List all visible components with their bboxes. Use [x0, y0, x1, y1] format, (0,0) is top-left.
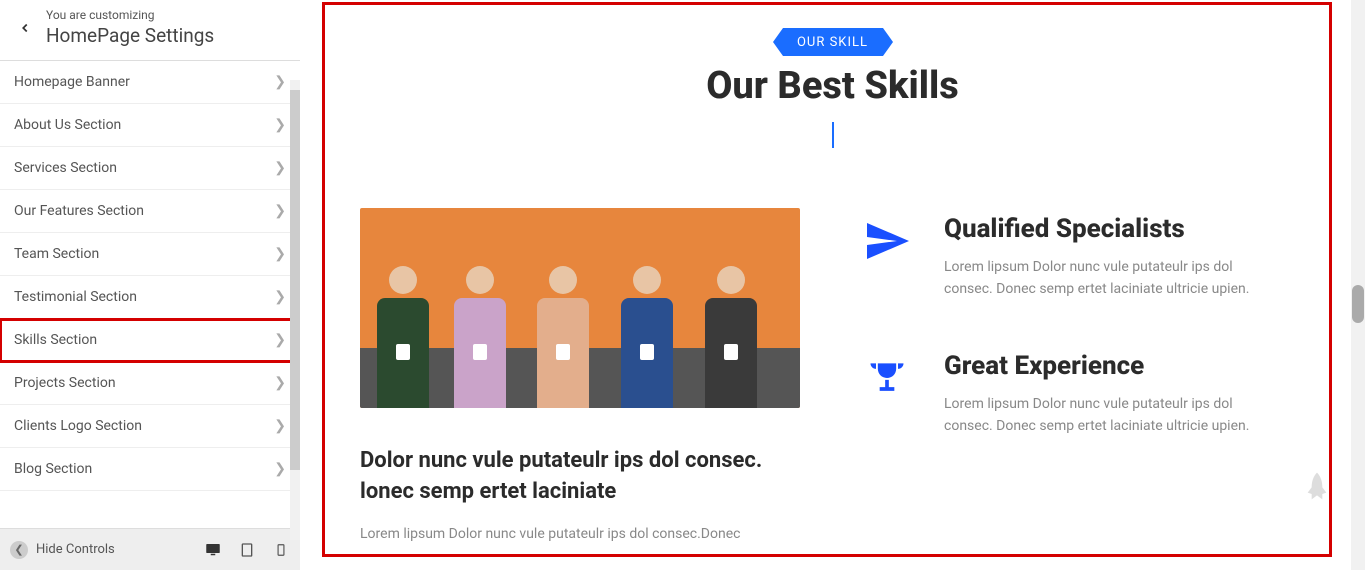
mobile-icon[interactable] — [272, 541, 290, 559]
chevron-right-icon: ❯ — [274, 74, 286, 90]
chevron-right-icon: ❯ — [274, 418, 286, 434]
menu-item-label: Our Features Section — [14, 203, 144, 219]
chevron-right-icon: ❯ — [274, 375, 286, 391]
device-preview-switcher — [204, 541, 290, 559]
skills-right-column: Qualified Specialists Lorem lipsum Dolor… — [860, 208, 1305, 545]
trophy-icon — [860, 351, 914, 405]
menu-item-about-us[interactable]: About Us Section ❯ — [0, 104, 300, 147]
menu-item-label: Testimonial Section — [14, 289, 137, 305]
sidebar-header: You are customizing HomePage Settings — [0, 0, 300, 61]
text-cursor — [832, 122, 834, 148]
customizer-sidebar: You are customizing HomePage Settings Ho… — [0, 0, 300, 570]
menu-item-blog[interactable]: Blog Section ❯ — [0, 448, 300, 491]
skill-item: Qualified Specialists Lorem lipsum Dolor… — [860, 214, 1305, 301]
back-button[interactable] — [10, 8, 40, 48]
menu-item-label: Clients Logo Section — [14, 418, 142, 434]
scroll-to-top-button[interactable] — [1301, 470, 1333, 510]
hide-controls-label: Hide Controls — [36, 542, 115, 557]
chevron-right-icon: ❯ — [274, 289, 286, 305]
menu-item-testimonial[interactable]: Testimonial Section ❯ — [0, 276, 300, 319]
preview-pane: OUR SKILL Our Best Skills Dolor nunc vul… — [300, 0, 1365, 570]
section-menu: Homepage Banner ❯ About Us Section ❯ Servi… — [0, 61, 300, 528]
left-column-title: Dolor nunc vule putateulr ips dol consec… — [360, 446, 800, 508]
skill-description: Lorem lipsum Dolor nunc vule putateulr i… — [944, 256, 1264, 301]
sidebar-footer: ❮ Hide Controls — [0, 528, 300, 570]
team-photo — [360, 208, 800, 408]
left-column-subtitle: Lorem lipsum Dolor nunc vule putateulr i… — [360, 524, 800, 545]
chevron-right-icon: ❯ — [274, 160, 286, 176]
menu-item-projects[interactable]: Projects Section ❯ — [0, 362, 300, 405]
menu-item-label: Skills Section — [14, 332, 97, 348]
sidebar-scrollbar[interactable] — [290, 80, 300, 540]
menu-item-label: Homepage Banner — [14, 74, 130, 90]
menu-item-services[interactable]: Services Section ❯ — [0, 147, 300, 190]
menu-item-label: About Us Section — [14, 117, 121, 133]
menu-item-homepage-banner[interactable]: Homepage Banner ❯ — [0, 61, 300, 104]
paper-plane-icon — [860, 214, 914, 268]
page-scrollbar[interactable] — [1351, 0, 1365, 570]
skills-left-column: Dolor nunc vule putateulr ips dol consec… — [360, 208, 800, 545]
chevron-left-icon: ❮ — [10, 541, 28, 559]
hide-controls-button[interactable]: ❮ Hide Controls — [10, 541, 115, 559]
chevron-right-icon: ❯ — [274, 332, 286, 348]
sidebar-pretitle: You are customizing — [46, 8, 290, 22]
ribbon-label: OUR SKILL — [783, 28, 883, 56]
skill-description: Lorem lipsum Dolor nunc vule putateulr i… — [944, 393, 1264, 438]
chevron-right-icon: ❯ — [274, 117, 286, 133]
chevron-right-icon: ❯ — [274, 203, 286, 219]
section-title: Our Best Skills — [320, 64, 1345, 108]
skill-title: Qualified Specialists — [944, 214, 1264, 244]
skill-item: Great Experience Lorem lipsum Dolor nunc… — [860, 351, 1305, 438]
menu-item-label: Team Section — [14, 246, 99, 262]
tablet-icon[interactable] — [238, 541, 256, 559]
menu-item-our-features[interactable]: Our Features Section ❯ — [0, 190, 300, 233]
section-ribbon: OUR SKILL — [773, 28, 893, 56]
desktop-icon[interactable] — [204, 541, 222, 559]
sidebar-title: HomePage Settings — [46, 24, 290, 47]
chevron-right-icon: ❯ — [274, 246, 286, 262]
menu-item-team[interactable]: Team Section ❯ — [0, 233, 300, 276]
skill-title: Great Experience — [944, 351, 1264, 381]
chevron-left-icon — [18, 21, 32, 35]
menu-item-label: Services Section — [14, 160, 117, 176]
menu-item-label: Blog Section — [14, 461, 92, 477]
chevron-right-icon: ❯ — [274, 461, 286, 477]
menu-item-clients-logo[interactable]: Clients Logo Section ❯ — [0, 405, 300, 448]
menu-item-label: Projects Section — [14, 375, 116, 391]
menu-item-skills[interactable]: Skills Section ❯ — [0, 319, 300, 362]
